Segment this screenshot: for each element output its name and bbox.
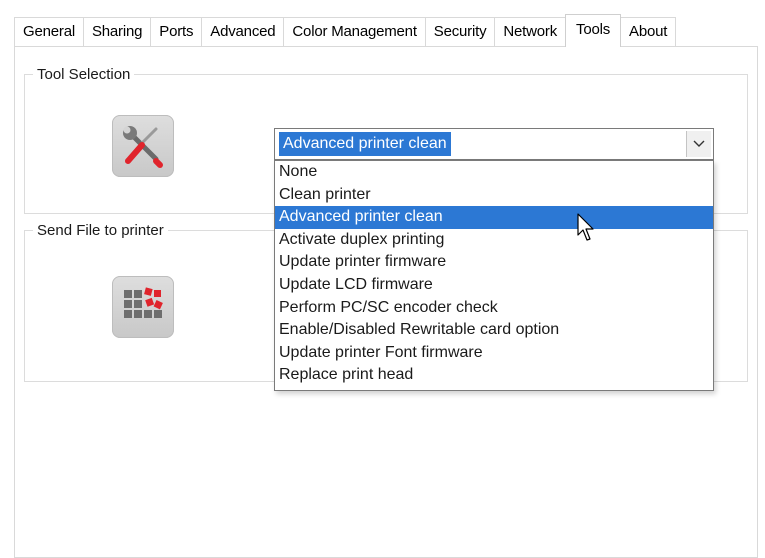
option-pcsc-encoder-check[interactable]: Perform PC/SC encoder check (275, 297, 713, 320)
tab-security[interactable]: Security (424, 17, 496, 46)
tool-select-dropdown: None Clean printer Advanced printer clea… (274, 160, 714, 391)
tool-selection-legend: Tool Selection (37, 66, 131, 83)
tab-network[interactable]: Network (494, 17, 567, 46)
option-clean-printer[interactable]: Clean printer (275, 184, 713, 207)
option-update-lcd-firmware[interactable]: Update LCD firmware (275, 274, 713, 297)
chevron-down-icon[interactable] (686, 131, 711, 157)
tab-advanced[interactable]: Advanced (201, 17, 285, 46)
tab-ports[interactable]: Ports (150, 17, 203, 46)
tab-color-management[interactable]: Color Management (283, 17, 426, 46)
tab-bar: General Sharing Ports Advanced Color Man… (14, 14, 677, 47)
option-advanced-printer-clean[interactable]: Advanced printer clean (275, 206, 713, 229)
tool-select-value: Advanced printer clean (279, 132, 451, 156)
tab-tools[interactable]: Tools (565, 14, 622, 47)
send-file-legend: Send File to printer (37, 222, 164, 239)
tab-sharing[interactable]: Sharing (82, 17, 152, 46)
mouse-pointer-icon (577, 213, 595, 247)
option-update-printer-firmware[interactable]: Update printer firmware (275, 251, 713, 274)
option-none[interactable]: None (275, 161, 713, 184)
tools-icon (112, 115, 174, 177)
option-activate-duplex-printing[interactable]: Activate duplex printing (275, 229, 713, 252)
tab-general[interactable]: General (14, 17, 84, 46)
tool-select-combobox[interactable]: Advanced printer clean (274, 128, 714, 160)
option-rewritable-card[interactable]: Enable/Disabled Rewritable card option (275, 319, 713, 342)
tab-about[interactable]: About (620, 17, 677, 46)
option-replace-print-head[interactable]: Replace print head (275, 364, 713, 387)
option-update-font-firmware[interactable]: Update printer Font firmware (275, 342, 713, 365)
send-file-icon (112, 276, 174, 338)
